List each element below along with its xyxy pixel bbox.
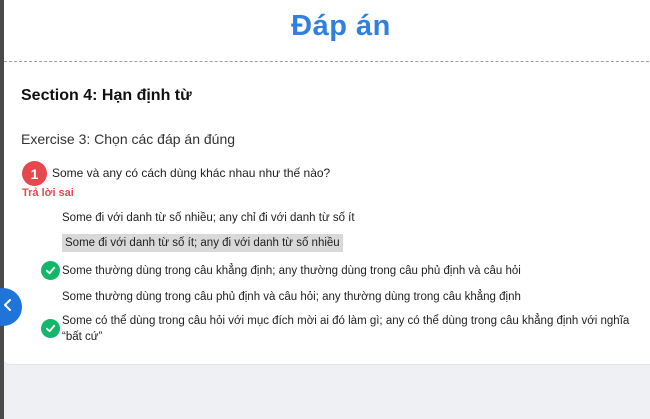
- page-title: Đáp án: [291, 10, 391, 42]
- answer-option-label: Some đi với danh từ số nhiều; any chỉ đi…: [62, 212, 355, 224]
- question-text: Some và any có cách dùng khác nhau như t…: [52, 166, 331, 180]
- section-title: Section 4: Hạn định từ: [21, 87, 192, 104]
- question-number-badge: 1: [22, 161, 47, 186]
- answer-option-correct: Some thường dùng trong câu khẳng định; a…: [62, 263, 521, 279]
- exercise-title: Exercise 3: Chọn các đáp án đúng: [21, 131, 236, 147]
- answer-option-correct: Some có thể dùng trong câu hỏi với mục đ…: [62, 313, 650, 345]
- answer-card: Đáp án Section 4: Hạn định từ Exercise 3…: [4, 0, 650, 365]
- answer-option-label: Some có thể dùng trong câu hỏi với mục đ…: [62, 315, 630, 343]
- result-label: Trả lời sai: [22, 187, 74, 199]
- chevron-left-icon: [3, 298, 13, 316]
- answer-option: Some thường dùng trong câu phủ định và c…: [62, 289, 521, 305]
- answer-option: Some đi với danh từ số nhiều; any chỉ đi…: [62, 210, 355, 226]
- divider: [4, 61, 650, 62]
- answer-option-label: Some thường dùng trong câu phủ định và c…: [62, 291, 521, 303]
- answer-option-selected: Some đi với danh từ số ít; any đi với da…: [62, 234, 343, 252]
- check-circle-icon: [41, 261, 60, 280]
- answer-option-label: Some đi với danh từ số ít; any đi với da…: [65, 237, 340, 249]
- answer-option-label: Some thường dùng trong câu khẳng định; a…: [62, 265, 521, 277]
- check-circle-icon: [41, 319, 60, 338]
